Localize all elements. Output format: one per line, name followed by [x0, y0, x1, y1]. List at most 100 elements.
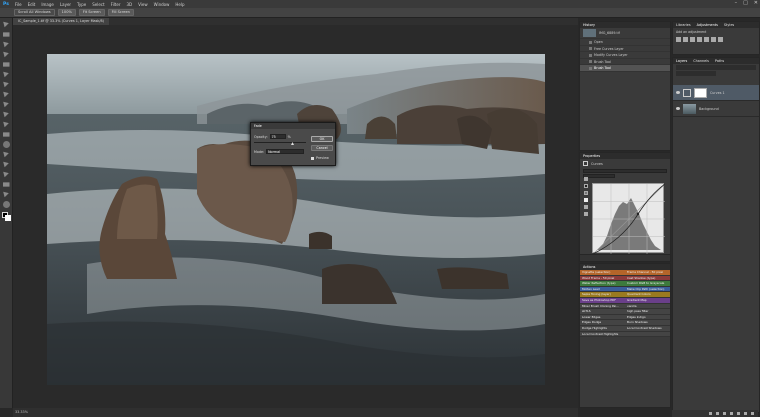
opacity-input[interactable]: 75: [269, 134, 286, 139]
curves-graph[interactable]: [592, 183, 666, 255]
new-group-icon[interactable]: [737, 412, 740, 415]
dialog-title: Fade: [251, 123, 335, 129]
color-balance-icon[interactable]: [718, 37, 723, 42]
menu-image[interactable]: Image: [41, 2, 54, 7]
background-color-swatch[interactable]: [5, 215, 11, 221]
levels-icon[interactable]: [683, 37, 688, 42]
tab-layers[interactable]: Layers: [676, 58, 687, 64]
eyedropper-tool-icon[interactable]: [3, 71, 9, 78]
path-select-tool-icon[interactable]: [3, 171, 9, 178]
layer-row-background[interactable]: Background: [673, 101, 759, 117]
tab-libraries[interactable]: Libraries: [676, 22, 691, 28]
gradient-tool-icon[interactable]: [2, 132, 10, 137]
opacity-slider[interactable]: [254, 142, 306, 143]
layer-name[interactable]: Background: [699, 107, 719, 111]
pencil-curve-icon[interactable]: [584, 212, 588, 216]
new-layer-icon[interactable]: [744, 412, 747, 415]
fill-screen-button[interactable]: Fill Screen: [107, 9, 134, 16]
curves-icon[interactable]: [690, 37, 695, 42]
visibility-eye-icon[interactable]: [676, 91, 680, 94]
menu-help[interactable]: Help: [175, 2, 184, 7]
document-photo[interactable]: [47, 54, 545, 385]
menu-edit[interactable]: Edit: [28, 2, 36, 7]
healing-brush-tool-icon[interactable]: [3, 81, 9, 88]
clone-stamp-tool-icon[interactable]: [3, 101, 9, 108]
blend-mode-select[interactable]: [676, 71, 716, 76]
brush-tool-icon[interactable]: [3, 91, 9, 98]
window-controls: – □ ✕: [735, 0, 758, 6]
layers-footer: [672, 410, 758, 417]
on-image-adjust-icon[interactable]: [584, 177, 588, 181]
black-point-eyedropper-icon[interactable]: [584, 184, 588, 188]
hand-tool-icon[interactable]: [3, 191, 9, 198]
layers-filter-bar[interactable]: [676, 65, 756, 70]
opacity-row: Opacity: 75 %: [254, 134, 291, 139]
link-layers-icon[interactable]: [709, 412, 712, 415]
scroll-all-windows-checkbox[interactable]: Scroll All Windows: [14, 9, 55, 16]
history-brush-tool-icon[interactable]: [3, 111, 9, 118]
eraser-tool-icon[interactable]: [3, 121, 9, 128]
pen-tool-icon[interactable]: [3, 151, 9, 158]
action-item[interactable]: [625, 331, 670, 338]
tab-adjustments[interactable]: Adjustments: [697, 22, 718, 28]
zoom-tool-icon[interactable]: [2, 201, 10, 208]
lasso-tool-icon[interactable]: [3, 41, 9, 48]
close-icon[interactable]: ✕: [754, 0, 758, 6]
layer-mask-thumbnail[interactable]: [694, 87, 707, 98]
preview-checkbox[interactable]: [311, 156, 314, 160]
menu-window[interactable]: Window: [154, 2, 170, 7]
history-snapshot[interactable]: IMG_6889.tif: [580, 28, 670, 39]
trash-icon[interactable]: [751, 412, 754, 415]
gray-point-eyedropper-icon[interactable]: [584, 191, 588, 195]
fit-screen-button[interactable]: Fit Screen: [78, 9, 105, 16]
zoom-level[interactable]: 33.33%: [15, 410, 28, 414]
preset-select[interactable]: [583, 169, 667, 173]
minimize-icon[interactable]: –: [735, 0, 738, 6]
maximize-icon[interactable]: □: [743, 0, 748, 6]
ok-button[interactable]: OK: [311, 136, 333, 142]
add-style-icon[interactable]: [716, 412, 719, 415]
add-mask-icon[interactable]: [723, 412, 726, 415]
new-fill-layer-icon[interactable]: [730, 412, 733, 415]
layers-panel: Layers Channels Paths Curves 1 Backgroun…: [672, 57, 760, 417]
menu-file[interactable]: File: [15, 2, 22, 7]
move-tool-icon[interactable]: [3, 21, 9, 28]
menu-filter[interactable]: Filter: [111, 2, 121, 7]
preview-label: Preview: [316, 156, 329, 160]
tab-channels[interactable]: Channels: [693, 58, 709, 64]
menu-layer[interactable]: Layer: [60, 2, 71, 7]
cancel-button[interactable]: Cancel: [311, 145, 333, 151]
visibility-eye-icon[interactable]: [676, 107, 680, 110]
brightness-icon[interactable]: [676, 37, 681, 42]
menu-3d[interactable]: 3D: [126, 2, 132, 7]
quick-select-tool-icon[interactable]: [3, 51, 9, 58]
zoom-100-button[interactable]: 100%: [57, 9, 76, 16]
menu-view[interactable]: View: [138, 2, 148, 7]
menu-type[interactable]: Type: [77, 2, 86, 7]
exposure-icon[interactable]: [697, 37, 702, 42]
curves-layer-icon: [683, 88, 691, 97]
crop-tool-icon[interactable]: [2, 62, 10, 67]
vibrance-icon[interactable]: [704, 37, 709, 42]
menu-select[interactable]: Select: [92, 2, 104, 7]
options-bar: Scroll All Windows 100% Fit Screen Fill …: [0, 8, 760, 18]
type-tool-icon[interactable]: [3, 161, 9, 168]
action-item[interactable]: Local Contrast Highlights: [580, 331, 625, 338]
layer-row-curves[interactable]: Curves 1: [673, 85, 759, 101]
curve-point-icon[interactable]: [584, 205, 588, 209]
shape-tool-icon[interactable]: [2, 182, 10, 187]
layer-name[interactable]: Curves 1: [710, 91, 725, 95]
marquee-tool-icon[interactable]: [2, 32, 10, 37]
snapshot-label: IMG_6889.tif: [599, 31, 620, 35]
tab-styles[interactable]: Styles: [724, 22, 734, 28]
curves-adjustment-icon: [583, 161, 588, 166]
tab-properties[interactable]: Properties: [583, 153, 600, 159]
tab-history[interactable]: History: [583, 22, 595, 28]
mode-select[interactable]: Normal: [266, 149, 305, 154]
history-item-selected[interactable]: Brush Tool: [580, 65, 670, 72]
document-tab[interactable]: IC_Sample_1.tif @ 33.3% (Curves 1, Layer…: [13, 18, 109, 25]
tab-paths[interactable]: Paths: [715, 58, 724, 64]
hue-saturation-icon[interactable]: [711, 37, 716, 42]
dodge-tool-icon[interactable]: [2, 141, 10, 148]
white-point-eyedropper-icon[interactable]: [584, 198, 588, 202]
